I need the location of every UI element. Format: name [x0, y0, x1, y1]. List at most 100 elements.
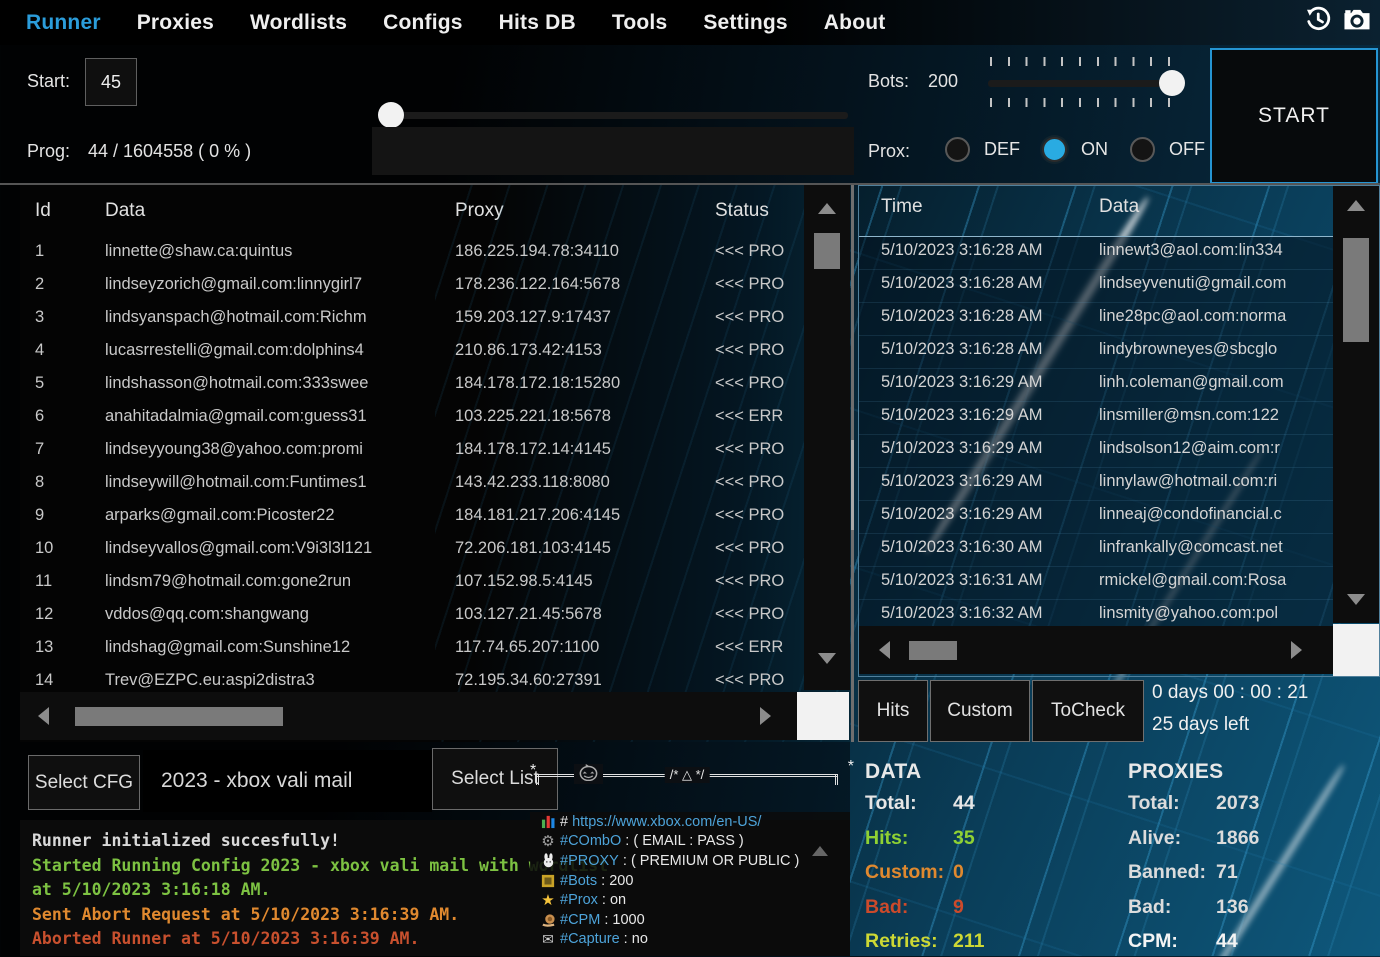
table-row[interactable]: 10lindseyvallos@gmail.com:V9i3l3l12172.2…	[20, 535, 802, 568]
scroll-down-arrow[interactable]	[818, 653, 836, 664]
capture-info-line[interactable]: # https://www.xbox.com/en-US/	[530, 812, 850, 832]
table-row[interactable]: 5/10/2023 3:16:30 AMlinfrankally@comcast…	[859, 534, 1333, 567]
cell-data: linnewt3@aol.com:lin334	[1099, 241, 1333, 260]
capture-link[interactable]: https://www.xbox.com/en-US/	[572, 814, 761, 830]
stat-row: Alive:1866	[1128, 819, 1378, 854]
cell-proxy: 107.152.98.5:4145	[455, 572, 593, 591]
cell-data: line28pc@aol.com:norma	[1099, 307, 1333, 326]
hits-rows: 5/10/2023 3:16:28 AMlinnewt3@aol.com:lin…	[859, 237, 1333, 629]
cell-status: <<< PRO	[715, 308, 801, 327]
prox-radio-label-on: ON	[1081, 139, 1108, 160]
capture-key: #	[560, 814, 572, 830]
scrollbar-thumb[interactable]	[1343, 238, 1369, 342]
table-row[interactable]: 5/10/2023 3:16:28 AMlindseyvenuti@gmail.…	[859, 270, 1333, 303]
table-row[interactable]: 5/10/2023 3:16:29 AMlinh.coleman@gmail.c…	[859, 369, 1333, 402]
scroll-down-arrow[interactable]	[1347, 594, 1365, 605]
table-row[interactable]: 5/10/2023 3:16:32 AMlinsmity@yahoo.com:p…	[859, 600, 1333, 629]
capture-value: ( EMAIL : PASS )	[633, 833, 743, 849]
bots-slider-thumb[interactable]	[1159, 70, 1185, 96]
menu-item-tools[interactable]: Tools	[612, 11, 667, 35]
table-row[interactable]: 3lindsyanspach@hotmail.com:Richm159.203.…	[20, 304, 802, 337]
cell-data: linneaj@condofinancial.c	[1099, 505, 1333, 524]
stat-value: 1866	[1216, 827, 1259, 850]
scrollbar-thumb[interactable]	[75, 707, 283, 726]
cell-proxy: 178.236.122.164:5678	[455, 275, 620, 294]
stat-row: Custom:0	[865, 853, 1115, 888]
capture-key: #COmbO	[560, 833, 621, 849]
cell-proxy: 103.225.221.18:5678	[455, 407, 611, 426]
table-row[interactable]: 5/10/2023 3:16:28 AMline28pc@aol.com:nor…	[859, 303, 1333, 336]
hits-tab-button[interactable]: Hits	[858, 680, 928, 742]
start-button[interactable]: START	[1210, 48, 1378, 184]
menu-item-wordlists[interactable]: Wordlists	[250, 11, 347, 35]
scroll-left-arrow[interactable]	[879, 641, 890, 659]
cell-status: <<< PRO	[715, 572, 801, 591]
table-row[interactable]: 12vddos@qq.com:shangwang103.127.21.45:56…	[20, 601, 802, 634]
table-row[interactable]: 5/10/2023 3:16:29 AMlinneaj@condofinanci…	[859, 501, 1333, 534]
cell-status: <<< PRO	[715, 242, 801, 261]
right-horizontal-scrollbar[interactable]	[859, 626, 1333, 674]
scrollbar-thumb[interactable]	[814, 233, 840, 269]
capture-value: on	[610, 892, 626, 908]
table-row[interactable]: 5/10/2023 3:16:28 AMlinnewt3@aol.com:lin…	[859, 237, 1333, 270]
data-stats: DATATotal:44Hits:35Custom:0Bad:9Retries:…	[865, 760, 1115, 957]
start-input[interactable]: 45	[85, 58, 137, 106]
overlay-right-star: *	[848, 758, 854, 776]
prox-radio-on[interactable]	[1042, 137, 1067, 162]
cell-data: linsmiller@msn.com:122	[1099, 406, 1333, 425]
left-horizontal-scrollbar[interactable]	[20, 692, 802, 740]
bots-slider[interactable]	[988, 70, 1185, 96]
scroll-left-arrow[interactable]	[38, 707, 49, 725]
history-icon[interactable]	[1301, 2, 1335, 36]
table-row[interactable]: 5lindshasson@hotmail.com:333swee184.178.…	[20, 370, 802, 403]
scroll-right-arrow[interactable]	[1291, 641, 1302, 659]
right-vertical-scrollbar[interactable]	[1333, 186, 1379, 623]
cell-time: 5/10/2023 3:16:30 AM	[881, 538, 1042, 557]
menu-item-settings[interactable]: Settings	[703, 11, 787, 35]
scrollbar-thumb[interactable]	[909, 641, 957, 660]
table-row[interactable]: 4lucasrrestelli@gmail.com:dolphins4210.8…	[20, 337, 802, 370]
table-row[interactable]: 8lindseywill@hotmail.com:Funtimes1143.42…	[20, 469, 802, 502]
start-slider[interactable]	[378, 102, 848, 128]
stat-value: 71	[1216, 861, 1238, 884]
bots-slider-track[interactable]	[988, 80, 1185, 87]
start-slider-track[interactable]	[378, 112, 848, 119]
table-row[interactable]: 5/10/2023 3:16:28 AMlindybrowneyes@sbcgl…	[859, 336, 1333, 369]
camera-icon[interactable]	[1340, 2, 1374, 36]
overlay-scroll-up-arrow[interactable]	[812, 846, 828, 856]
table-row[interactable]: 11lindsm79@hotmail.com:gone2run107.152.9…	[20, 568, 802, 601]
table-row[interactable]: 5/10/2023 3:16:29 AMlindsolson12@aim.com…	[859, 435, 1333, 468]
start-slider-thumb[interactable]	[378, 102, 404, 128]
table-row[interactable]: 5/10/2023 3:16:29 AMlinsmiller@msn.com:1…	[859, 402, 1333, 435]
config-name-display[interactable]: 2023 - xbox vali mail	[143, 750, 432, 812]
custom-tab-button[interactable]: Custom	[930, 680, 1030, 742]
tocheck-tab-button[interactable]: ToCheck	[1032, 680, 1144, 742]
table-row[interactable]: 1linnette@shaw.ca:quintus186.225.194.78:…	[20, 238, 802, 271]
bots-label: Bots:	[868, 71, 909, 92]
table-row[interactable]: 7lindseyyoung38@yahoo.com:promi184.178.1…	[20, 436, 802, 469]
menu-item-runner[interactable]: Runner	[26, 11, 101, 35]
scroll-right-arrow[interactable]	[760, 707, 771, 725]
table-row[interactable]: 6anahitadalmia@gmail.com:guess31103.225.…	[20, 403, 802, 436]
capture-separator: :	[598, 892, 610, 908]
table-row[interactable]: 2lindseyzorich@gmail.com:linnygirl7178.2…	[20, 271, 802, 304]
menu-item-about[interactable]: About	[824, 11, 886, 35]
prox-radio-def[interactable]	[945, 137, 970, 162]
table-row[interactable]: 5/10/2023 3:16:29 AMlinnylaw@hotmail.com…	[859, 468, 1333, 501]
table-row[interactable]: 14Trev@EZPC.eu:aspi2distra372.195.34.60:…	[20, 667, 802, 690]
scroll-up-arrow[interactable]	[1347, 200, 1365, 211]
stats-title: DATA	[865, 760, 1115, 784]
menu-item-hits-db[interactable]: Hits DB	[499, 11, 576, 35]
scroll-up-arrow[interactable]	[818, 203, 836, 214]
table-row[interactable]: 9arparks@gmail.com:Picoster22184.181.217…	[20, 502, 802, 535]
prox-radio-off[interactable]	[1130, 137, 1155, 162]
menu-item-proxies[interactable]: Proxies	[137, 11, 214, 35]
left-vertical-scrollbar[interactable]	[804, 185, 850, 690]
cell-proxy: 184.178.172.14:4145	[455, 440, 611, 459]
menu-item-configs[interactable]: Configs	[383, 11, 463, 35]
hits-table: Time Data 5/10/2023 3:16:28 AMlinnewt3@a…	[858, 185, 1380, 677]
table-row[interactable]: 5/10/2023 3:16:31 AMrmickel@gmail.com:Ro…	[859, 567, 1333, 600]
table-row[interactable]: 13lindshag@gmail.com:Sunshine12117.74.65…	[20, 634, 802, 667]
column-header-id: Id	[35, 200, 51, 222]
select-cfg-button[interactable]: Select CFG	[28, 755, 140, 810]
